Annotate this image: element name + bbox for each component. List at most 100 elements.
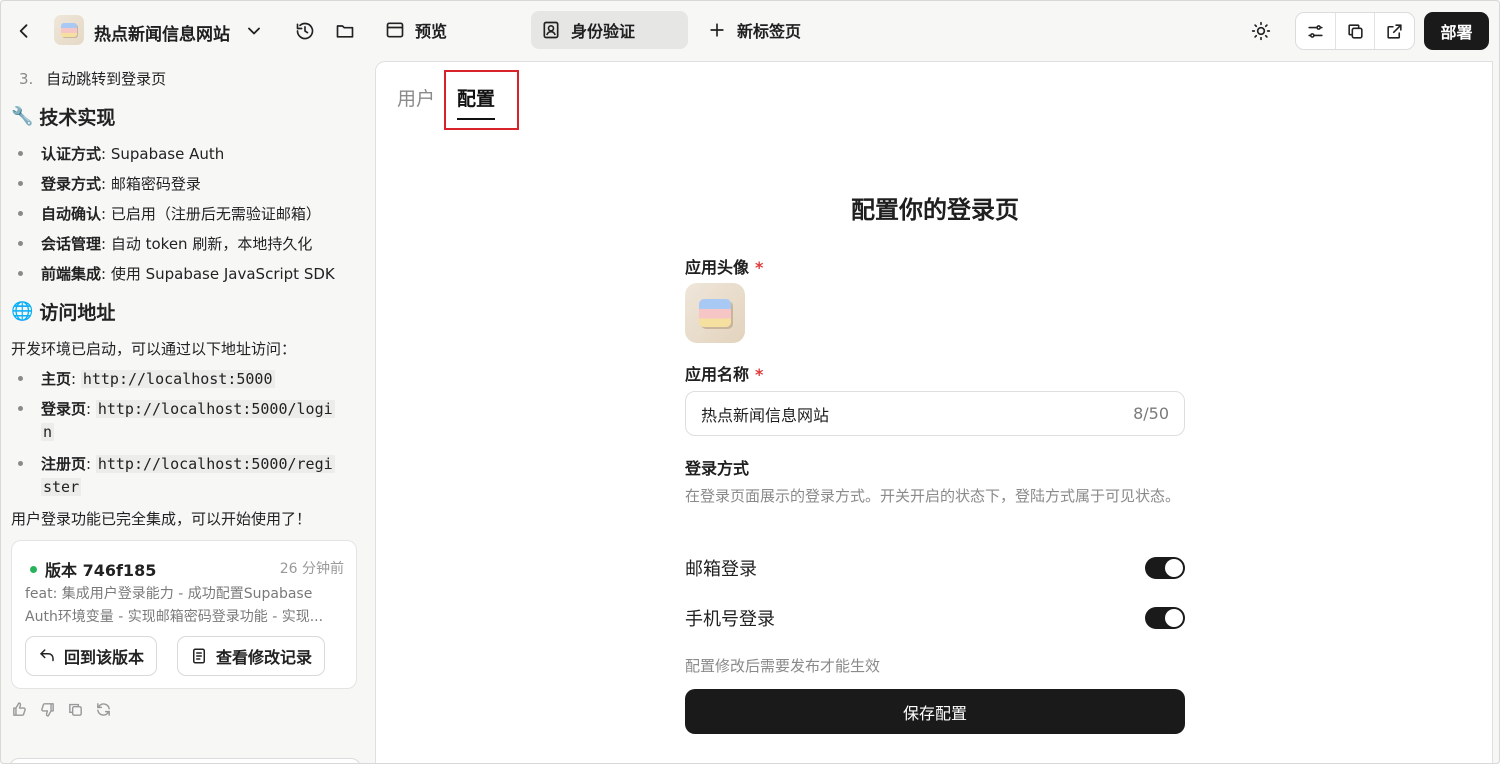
item-key: 登录页 bbox=[41, 400, 87, 418]
refresh-icon[interactable] bbox=[95, 701, 113, 719]
app-avatar[interactable] bbox=[685, 283, 745, 343]
revert-button[interactable]: 回到该版本 bbox=[25, 636, 158, 676]
login-method-label: 登录方式 bbox=[685, 459, 750, 478]
item-value: : 已启用（注册后无需验证邮箱） bbox=[101, 205, 321, 223]
url-link[interactable]: http://localhost:5000 bbox=[80, 370, 275, 388]
page-title: 配置你的登录页 bbox=[851, 196, 1019, 224]
tab-preview[interactable]: 预览 bbox=[375, 11, 457, 49]
app-window: 热点新闻信息网站 预览 身份验证 新标签页 部署 3. 自动跳转到登录页 🔧 技… bbox=[0, 0, 1500, 764]
tab-new[interactable]: 新标签页 bbox=[697, 11, 811, 49]
url-link[interactable]: http://localhost:5000/logi bbox=[95, 400, 335, 418]
item-key: 前端集成 bbox=[41, 265, 102, 283]
globe-icon: 🌐 bbox=[11, 301, 34, 322]
list-item: 主页: http://localhost:5000 bbox=[11, 368, 275, 389]
wrench-icon: 🔧 bbox=[11, 106, 34, 127]
item-key: 主页 bbox=[41, 370, 72, 388]
app-name-input[interactable]: 热点新闻信息网站 8/50 bbox=[685, 391, 1185, 436]
document-icon bbox=[193, 648, 205, 664]
highlight-box bbox=[444, 70, 519, 130]
item-key: 自动确认 bbox=[41, 205, 102, 223]
config-panel: 用户 配置 配置你的登录页 应用头像 * 应用名称 * 热点新闻信息网站 8/50 … bbox=[375, 61, 1493, 763]
sun-icon[interactable] bbox=[1245, 15, 1277, 47]
required-mark: * bbox=[755, 258, 764, 277]
toggle-label: 手机号登录 bbox=[685, 609, 775, 630]
view-changes-button[interactable]: 查看修改记录 bbox=[177, 636, 326, 676]
item-key: 登录方式 bbox=[41, 175, 102, 193]
version-label: 版本 746f185 bbox=[45, 561, 157, 580]
item-key: 注册页 bbox=[41, 455, 87, 473]
app-title[interactable]: 热点新闻信息网站 bbox=[94, 20, 230, 45]
url-link[interactable]: ster bbox=[41, 478, 82, 496]
chat-input[interactable] bbox=[9, 758, 361, 763]
tab-users[interactable]: 用户 bbox=[397, 84, 435, 111]
external-link-icon[interactable] bbox=[1375, 13, 1414, 49]
tab-label: 预览 bbox=[415, 22, 448, 41]
status-dot bbox=[30, 565, 37, 573]
plus-icon bbox=[710, 23, 724, 37]
label-text: 应用头像 bbox=[685, 258, 750, 277]
url-link[interactable]: http://localhost:5000/regi bbox=[95, 455, 335, 473]
heading-text: 技术实现 bbox=[39, 107, 116, 129]
version-card: 版本 746f185 26 分钟前 feat: 集成用户登录能力 - 成功配置S… bbox=[11, 540, 357, 689]
history-icon[interactable] bbox=[289, 15, 321, 47]
item-key: 认证方式 bbox=[41, 145, 102, 163]
deploy-button[interactable]: 部署 bbox=[1424, 12, 1489, 50]
avatar-label: 应用头像 * bbox=[685, 254, 763, 278]
thumbs-up-icon[interactable] bbox=[11, 701, 29, 719]
undo-icon bbox=[40, 649, 54, 662]
back-icon[interactable] bbox=[8, 15, 40, 47]
button-label: 回到该版本 bbox=[64, 648, 145, 667]
done-text: 用户登录功能已完全集成，可以开始使用了！ bbox=[11, 510, 312, 528]
step-text: 自动跳转到登录页 bbox=[46, 70, 167, 88]
tab-label: 身份验证 bbox=[571, 22, 636, 41]
item-value: : Supabase Auth bbox=[101, 145, 225, 163]
toolbar-group bbox=[1295, 12, 1415, 50]
url-link-wrap: ster bbox=[41, 478, 82, 496]
browser-icon bbox=[386, 22, 404, 38]
thumbs-down-icon[interactable] bbox=[39, 701, 57, 719]
id-badge-icon bbox=[543, 21, 559, 39]
version-time: 26 分钟前 bbox=[279, 561, 344, 577]
tab-auth[interactable]: 身份验证 bbox=[531, 11, 688, 49]
login-method-hint: 在登录页面展示的登录方式。开关开启的状态下，登陆方式属于可见状态。 bbox=[685, 487, 1181, 505]
access-intro: 开发环境已启动，可以通过以下地址访问： bbox=[11, 340, 297, 358]
item-value: : 自动 token 刷新，本地持久化 bbox=[101, 235, 313, 253]
name-label: 应用名称 * bbox=[685, 361, 763, 385]
list-item: 登录方式: 邮箱密码登录 bbox=[11, 173, 201, 194]
publish-note: 配置修改后需要发布才能生效 bbox=[685, 657, 881, 675]
list-item: 登录页: http://localhost:5000/logi bbox=[11, 398, 335, 419]
list-item: 注册页: http://localhost:5000/regi bbox=[11, 453, 335, 474]
url-link[interactable]: n bbox=[41, 423, 55, 441]
input-value: 热点新闻信息网站 bbox=[701, 405, 830, 425]
copy-icon[interactable] bbox=[67, 701, 85, 719]
step-number: 3. bbox=[19, 70, 34, 88]
button-label: 查看修改记录 bbox=[216, 648, 313, 667]
heading-text: 访问地址 bbox=[39, 302, 116, 324]
toggle-label: 邮箱登录 bbox=[685, 559, 757, 580]
list-item: 认证方式: Supabase Auth bbox=[11, 143, 224, 164]
item-value: : 邮箱密码登录 bbox=[101, 175, 201, 193]
list-item: 自动确认: 已启用（注册后无需验证邮箱） bbox=[11, 203, 321, 224]
feedback-bar bbox=[11, 701, 113, 719]
copy-icon[interactable] bbox=[1336, 13, 1376, 49]
char-counter: 8/50 bbox=[1133, 404, 1169, 423]
save-config-button[interactable]: 保存配置 bbox=[685, 689, 1185, 734]
email-login-toggle[interactable] bbox=[1145, 557, 1185, 579]
list-item: 会话管理: 自动 token 刷新，本地持久化 bbox=[11, 233, 312, 254]
version-title: 版本 746f185 bbox=[30, 557, 156, 581]
item-key: 会话管理 bbox=[41, 235, 102, 253]
chevron-down-icon[interactable] bbox=[238, 15, 270, 47]
settings-sliders-icon[interactable] bbox=[1296, 13, 1336, 49]
top-bar: 热点新闻信息网站 预览 身份验证 新标签页 部署 bbox=[1, 1, 1499, 61]
step-item: 3. 自动跳转到登录页 bbox=[19, 68, 166, 89]
version-desc: feat: 集成用户登录能力 - 成功配置Supabase Auth环境变量 -… bbox=[25, 586, 324, 625]
tab-label: 新标签页 bbox=[737, 22, 802, 41]
item-value: : 使用 Supabase JavaScript SDK bbox=[101, 265, 335, 283]
app-logo bbox=[54, 15, 84, 45]
access-heading: 🌐 访问地址 bbox=[11, 298, 115, 325]
tech-heading: 🔧 技术实现 bbox=[11, 103, 115, 130]
phone-login-toggle[interactable] bbox=[1145, 607, 1185, 629]
required-mark: * bbox=[755, 365, 764, 384]
list-item: 前端集成: 使用 Supabase JavaScript SDK bbox=[11, 263, 335, 284]
folder-icon[interactable] bbox=[329, 15, 361, 47]
